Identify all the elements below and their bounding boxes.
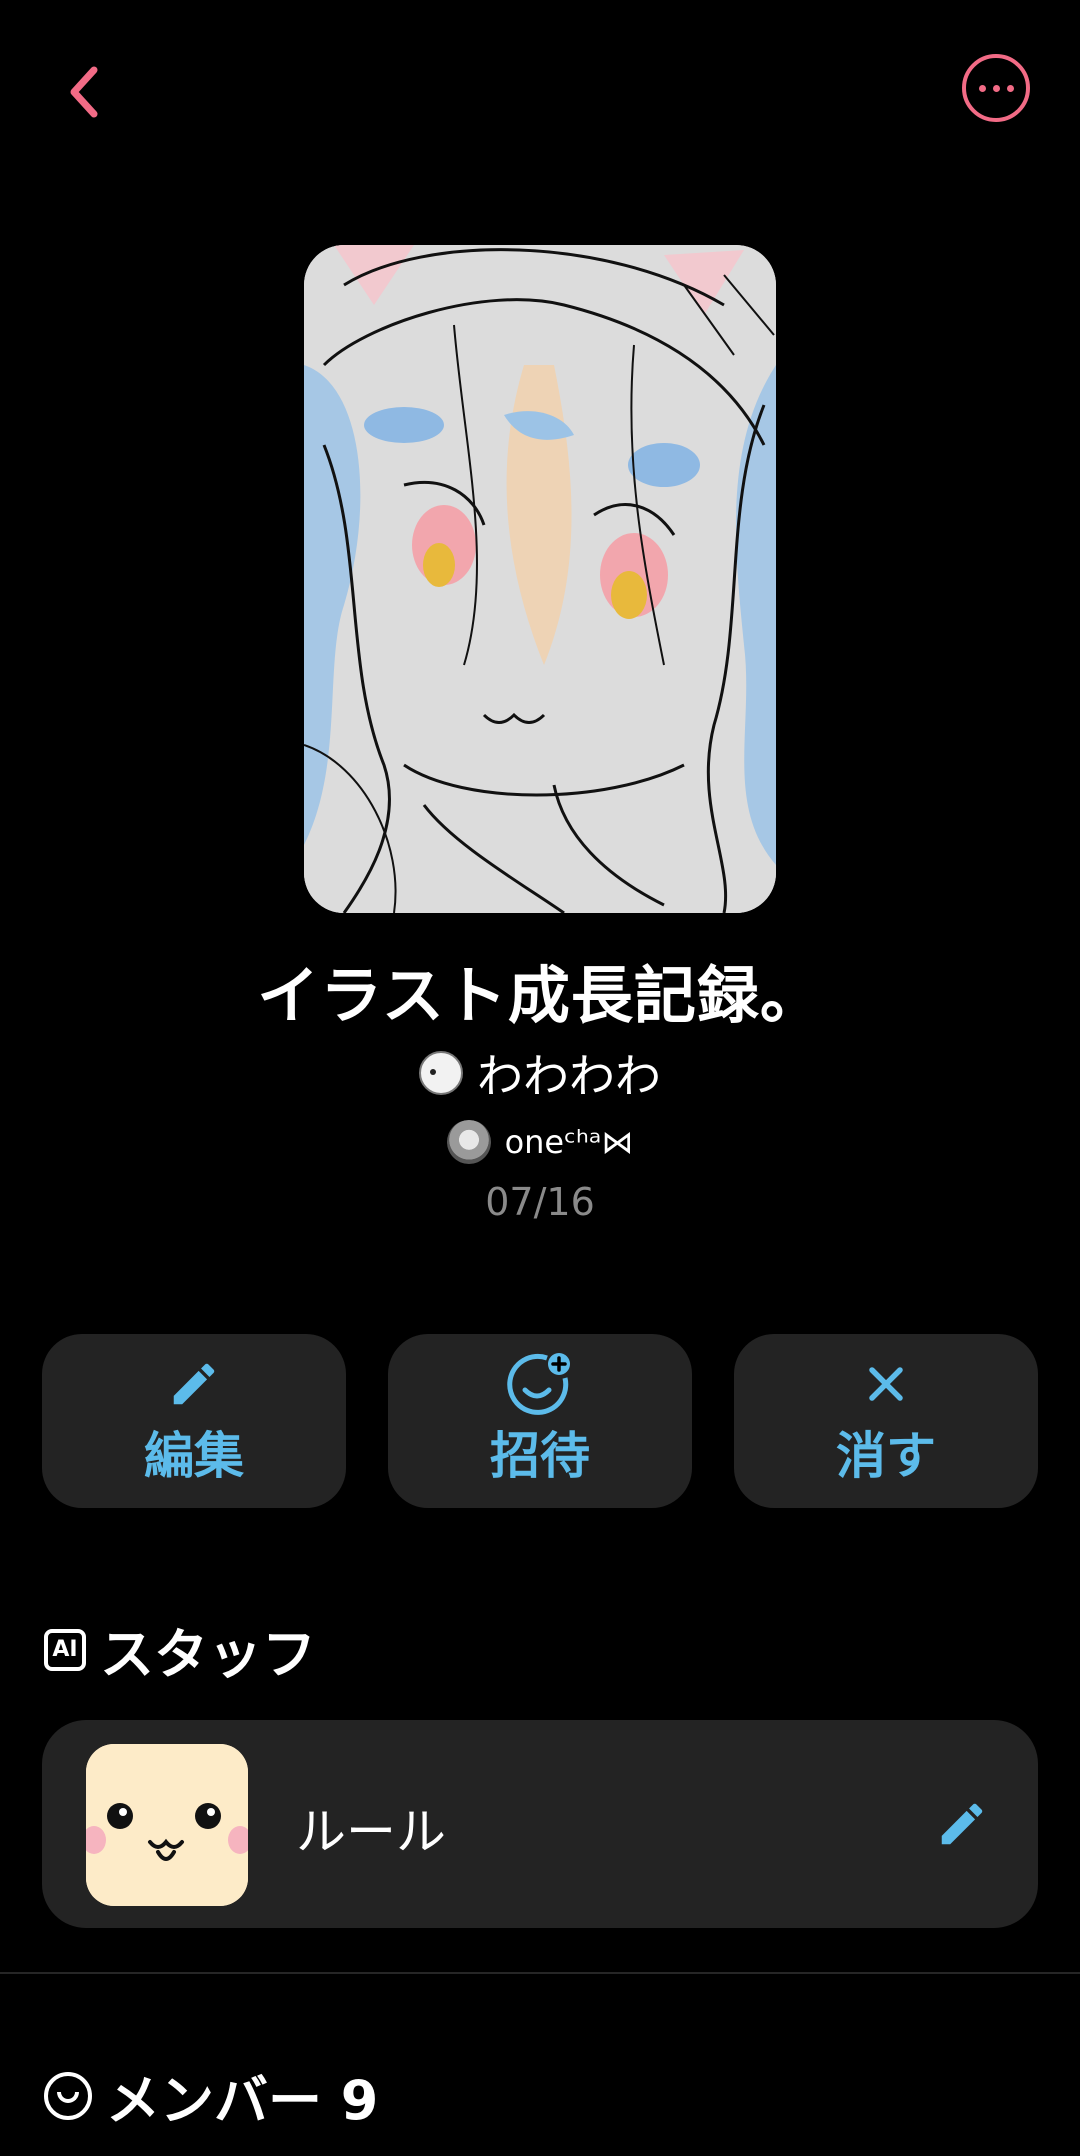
owner-row[interactable]: わわわわ <box>0 1040 1080 1106</box>
members-section-header: メンバー 9 <box>44 2056 378 2135</box>
staff-card[interactable]: ルール <box>42 1720 1038 1928</box>
pencil-icon <box>173 1363 215 1405</box>
cover-illustration <box>304 245 776 913</box>
top-bar <box>0 0 1080 170</box>
back-button[interactable] <box>44 52 124 132</box>
edit-button[interactable]: 編集 <box>42 1334 346 1508</box>
more-horizontal-icon <box>978 84 986 92</box>
creator-name: oneᶜʰᵃ⋈ <box>504 1123 634 1161</box>
chevron-left-icon <box>70 66 98 118</box>
close-icon <box>869 1367 903 1401</box>
staff-section-title: スタッフ <box>100 1623 316 1686</box>
cute-face-icon <box>86 1744 248 1906</box>
section-divider <box>0 1972 1080 1974</box>
invite-label: 招待 <box>490 1427 590 1485</box>
owner-avatar <box>419 1051 463 1095</box>
staff-edit-button[interactable] <box>932 1794 992 1854</box>
staff-section-header: AI スタッフ <box>44 1610 316 1689</box>
action-buttons: 編集 招待 消す <box>42 1334 1038 1508</box>
delete-button[interactable]: 消す <box>734 1334 1038 1508</box>
pencil-icon <box>941 1803 983 1845</box>
creator-avatar <box>446 1120 491 1164</box>
created-date: 07/16 <box>485 1180 595 1224</box>
edit-label: 編集 <box>144 1427 244 1485</box>
more-options-button[interactable] <box>962 54 1030 122</box>
room-title: イラスト成長記録。 <box>257 959 823 1032</box>
delete-label: 消す <box>836 1427 936 1485</box>
staff-avatar <box>86 1744 248 1906</box>
invite-smile-plus-icon <box>507 1353 570 1415</box>
room-cover-image[interactable] <box>304 245 776 913</box>
members-section-title: メンバー 9 <box>106 2069 379 2132</box>
smile-icon <box>44 2071 92 2120</box>
staff-name: ルール <box>296 1803 446 1861</box>
owner-name: わわわわ <box>477 1049 661 1103</box>
ai-badge-icon: AI <box>44 1628 86 1671</box>
invite-button[interactable]: 招待 <box>388 1334 692 1508</box>
creator-row[interactable]: oneᶜʰᵃ⋈ <box>0 1120 1080 1164</box>
